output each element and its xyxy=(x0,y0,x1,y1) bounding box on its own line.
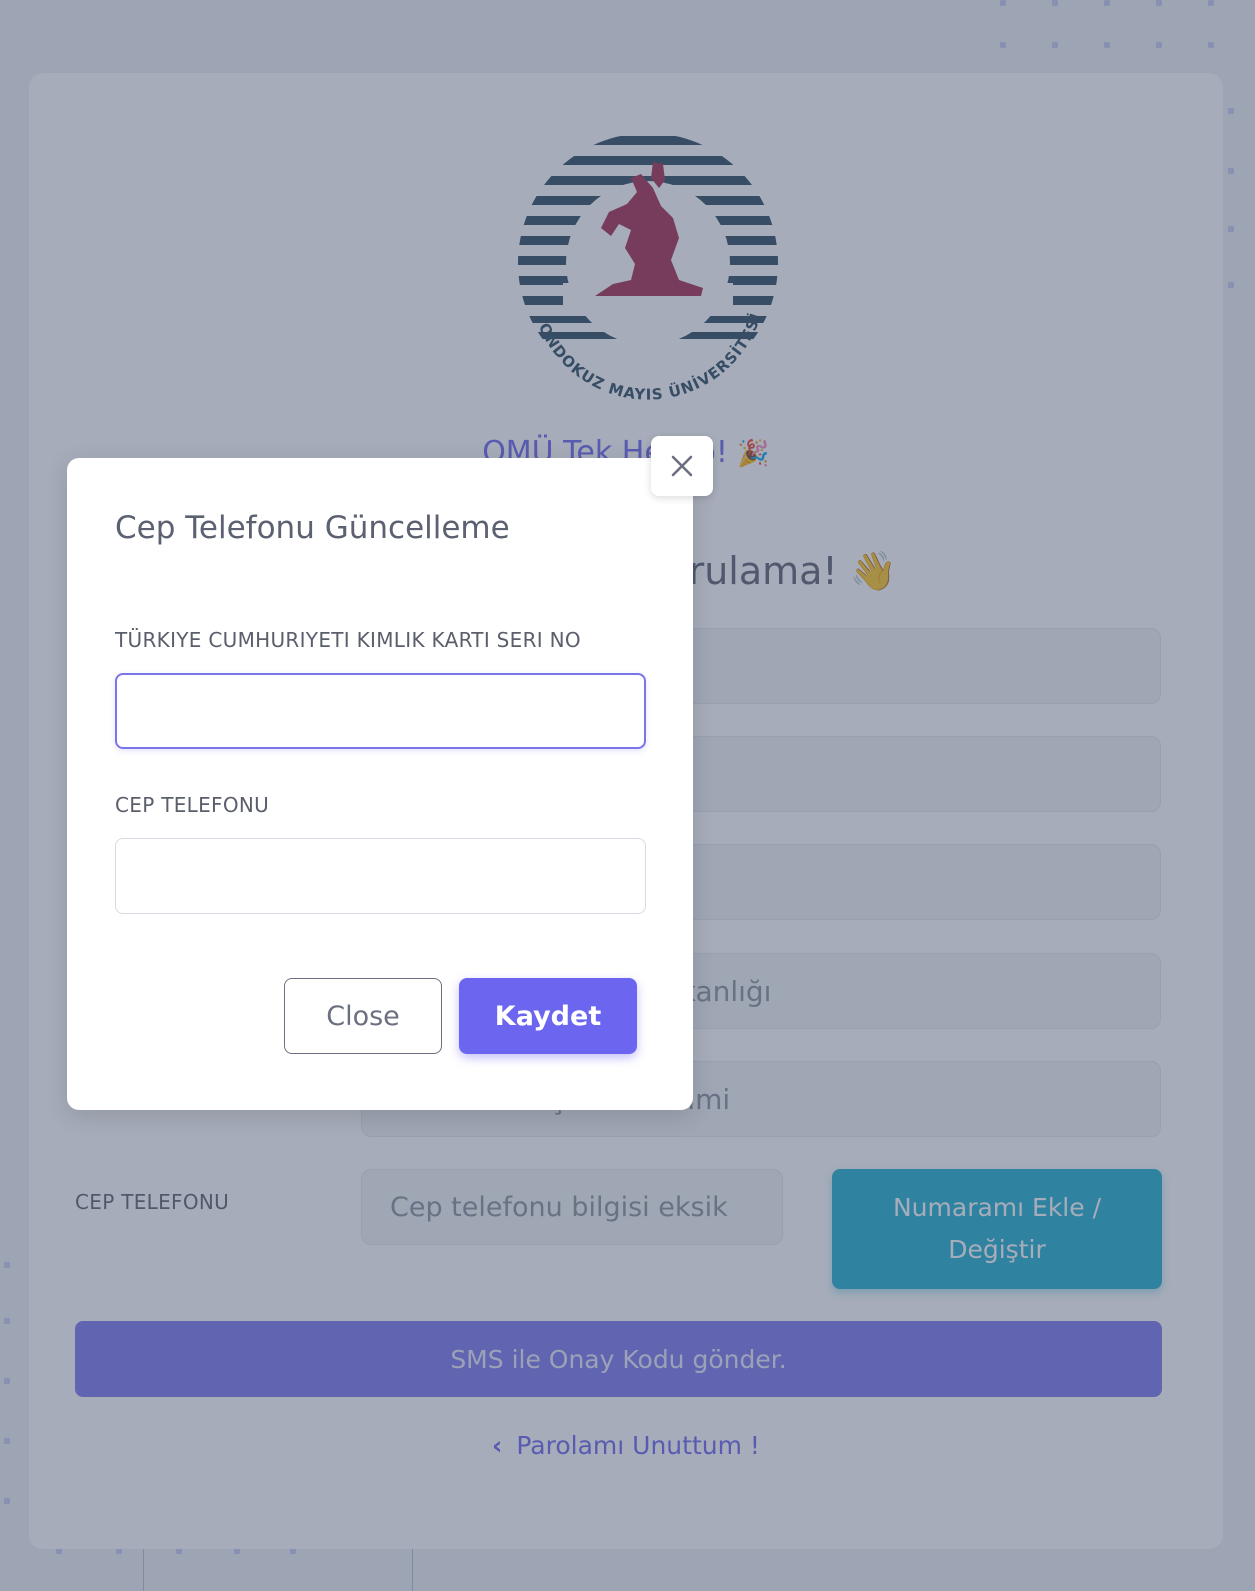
id-serial-input[interactable] xyxy=(115,673,646,749)
modal-phone-input[interactable] xyxy=(115,838,646,914)
id-serial-label: TÜRKIYE CUMHURIYETI KIMLIK KARTI SERI NO xyxy=(115,628,581,652)
save-button[interactable]: Kaydet xyxy=(459,978,637,1054)
modal-phone-label: CEP TELEFONU xyxy=(115,793,270,817)
phone-update-modal: Cep Telefonu Güncelleme TÜRKIYE CUMHURIY… xyxy=(67,458,693,1110)
close-button[interactable]: Close xyxy=(284,978,442,1054)
modal-close-x-button[interactable] xyxy=(651,436,713,496)
modal-title: Cep Telefonu Güncelleme xyxy=(115,510,510,546)
close-icon xyxy=(671,455,693,477)
